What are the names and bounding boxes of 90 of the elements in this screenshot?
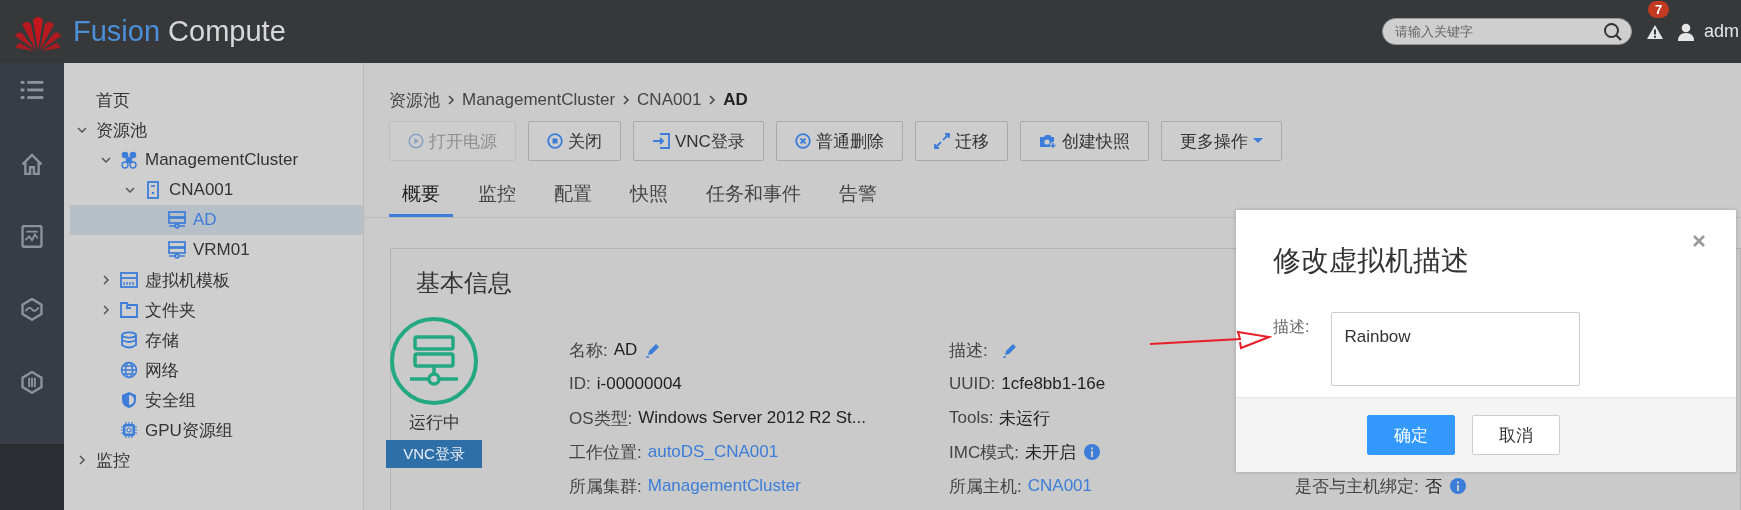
field-label: 所属主机:	[949, 475, 1022, 498]
tree-item[interactable]: 资源池	[70, 115, 363, 145]
user-name[interactable]: adm	[1704, 21, 1739, 42]
field-value: 1cfe8bb1-16e	[1001, 374, 1106, 394]
close-icon[interactable]	[1692, 234, 1706, 248]
shield-icon	[120, 391, 138, 409]
description-field[interactable]: Rainbow	[1331, 312, 1581, 386]
tab[interactable]: 任务和事件	[693, 181, 814, 217]
field-label: 所属集群:	[569, 475, 642, 498]
tree-item[interactable]: CNA001	[70, 175, 363, 205]
hexagon-icon[interactable]	[20, 298, 44, 321]
play-circle-icon	[408, 133, 424, 149]
alert-count: 7	[1648, 0, 1670, 18]
vnc-login-button[interactable]: VNC登录	[386, 440, 482, 468]
cancel-button[interactable]: 取消	[1472, 415, 1560, 455]
database-icon	[120, 331, 138, 349]
user-icon[interactable]	[1678, 22, 1694, 41]
tree-item[interactable]: 首页	[70, 85, 363, 115]
breadcrumb-link[interactable]: ManagementCluster	[462, 90, 616, 110]
sliders-icon[interactable]	[20, 370, 44, 394]
status-text: 运行中	[408, 412, 460, 434]
toolbar-button[interactable]: VNC登录	[633, 121, 764, 161]
tab[interactable]: 配置	[541, 181, 605, 217]
search-icon[interactable]	[1603, 22, 1623, 42]
toolbar-button[interactable]: 普通删除	[775, 121, 903, 161]
field-label: 描述:	[949, 339, 988, 362]
tree-item[interactable]: 存储	[70, 325, 363, 355]
dialog-title: 修改虚拟机描述	[1273, 244, 1469, 278]
toolbar-button[interactable]: 创建快照	[1019, 121, 1149, 161]
vm-icon	[168, 241, 186, 259]
tree-item[interactable]: 虚拟机模板	[70, 265, 363, 295]
home-icon[interactable]	[20, 152, 44, 176]
tree-item[interactable]: GPU资源组	[70, 415, 363, 445]
toolbar-button[interactable]: 关闭	[528, 121, 621, 161]
pencil-icon[interactable]	[645, 342, 662, 358]
field-value: 未开启	[1024, 441, 1076, 464]
field-label: OS类型:	[569, 407, 633, 430]
chevron-right-icon	[708, 95, 717, 105]
field-label: UUID:	[949, 374, 996, 394]
breadcrumb-link[interactable]: AD	[723, 90, 748, 110]
field-label: ID:	[569, 374, 591, 394]
breadcrumb-link[interactable]: 资源池	[389, 88, 440, 112]
expand-arrows-icon	[933, 133, 950, 149]
caret-down-icon	[1252, 138, 1263, 144]
field-value: AD	[613, 340, 638, 360]
breadcrumb-link[interactable]: CNA001	[637, 90, 702, 110]
field-value: 否	[1424, 475, 1442, 498]
search-field[interactable]: 请输入关键字	[1382, 18, 1632, 45]
pencil-icon[interactable]	[1001, 342, 1018, 358]
field-value: 未运行	[999, 407, 1051, 430]
chip-icon	[120, 421, 138, 439]
login-icon	[652, 133, 670, 149]
chart-icon[interactable]	[20, 225, 44, 249]
field-label: 是否与主机绑定:	[1295, 475, 1419, 498]
tab[interactable]: 快照	[617, 181, 681, 217]
field-value: Windows Server 2012 R2 St...	[638, 408, 866, 428]
section-title: 基本信息	[416, 268, 512, 298]
chevron-right-icon	[447, 95, 455, 105]
info-icon	[1449, 478, 1466, 494]
toolbar-button[interactable]: 更多操作	[1160, 121, 1282, 161]
tree-item[interactable]: VRM01	[70, 235, 363, 265]
globe-icon	[120, 361, 138, 379]
tree-item[interactable]: 网络	[70, 355, 363, 385]
tab[interactable]: 告警	[826, 181, 890, 217]
product-title: Fusion Compute	[73, 15, 286, 48]
alert-icon[interactable]	[1646, 23, 1664, 40]
cluster-icon	[120, 151, 138, 169]
field-label: 工作位置:	[569, 441, 642, 464]
template-icon	[120, 271, 138, 289]
chevron-right-icon	[622, 95, 631, 105]
tree-item[interactable]: ManagementCluster	[70, 145, 363, 175]
toolbar-button[interactable]: 迁移	[914, 121, 1008, 161]
stop-circle-icon	[547, 133, 563, 149]
vm-status-icon	[388, 315, 480, 407]
info-icon	[1083, 444, 1100, 460]
tab[interactable]: 概要	[389, 181, 453, 217]
server-icon	[144, 181, 162, 199]
folder-icon	[120, 301, 138, 319]
delete-circle-icon	[794, 133, 811, 149]
tree-item[interactable]: 监控	[70, 445, 363, 475]
tree-item[interactable]: 安全组	[70, 385, 363, 415]
field-label: Tools:	[949, 408, 994, 428]
field-label: 描述:	[1273, 317, 1310, 337]
vm-icon	[168, 211, 186, 229]
field-value: i-00000004	[596, 374, 682, 394]
tree-item[interactable]: 文件夹	[70, 295, 363, 325]
camera-plus-icon	[1038, 133, 1057, 149]
field-label: 名称:	[569, 339, 608, 362]
tab[interactable]: 监控	[465, 181, 529, 217]
field-label: IMC模式:	[949, 441, 1019, 464]
